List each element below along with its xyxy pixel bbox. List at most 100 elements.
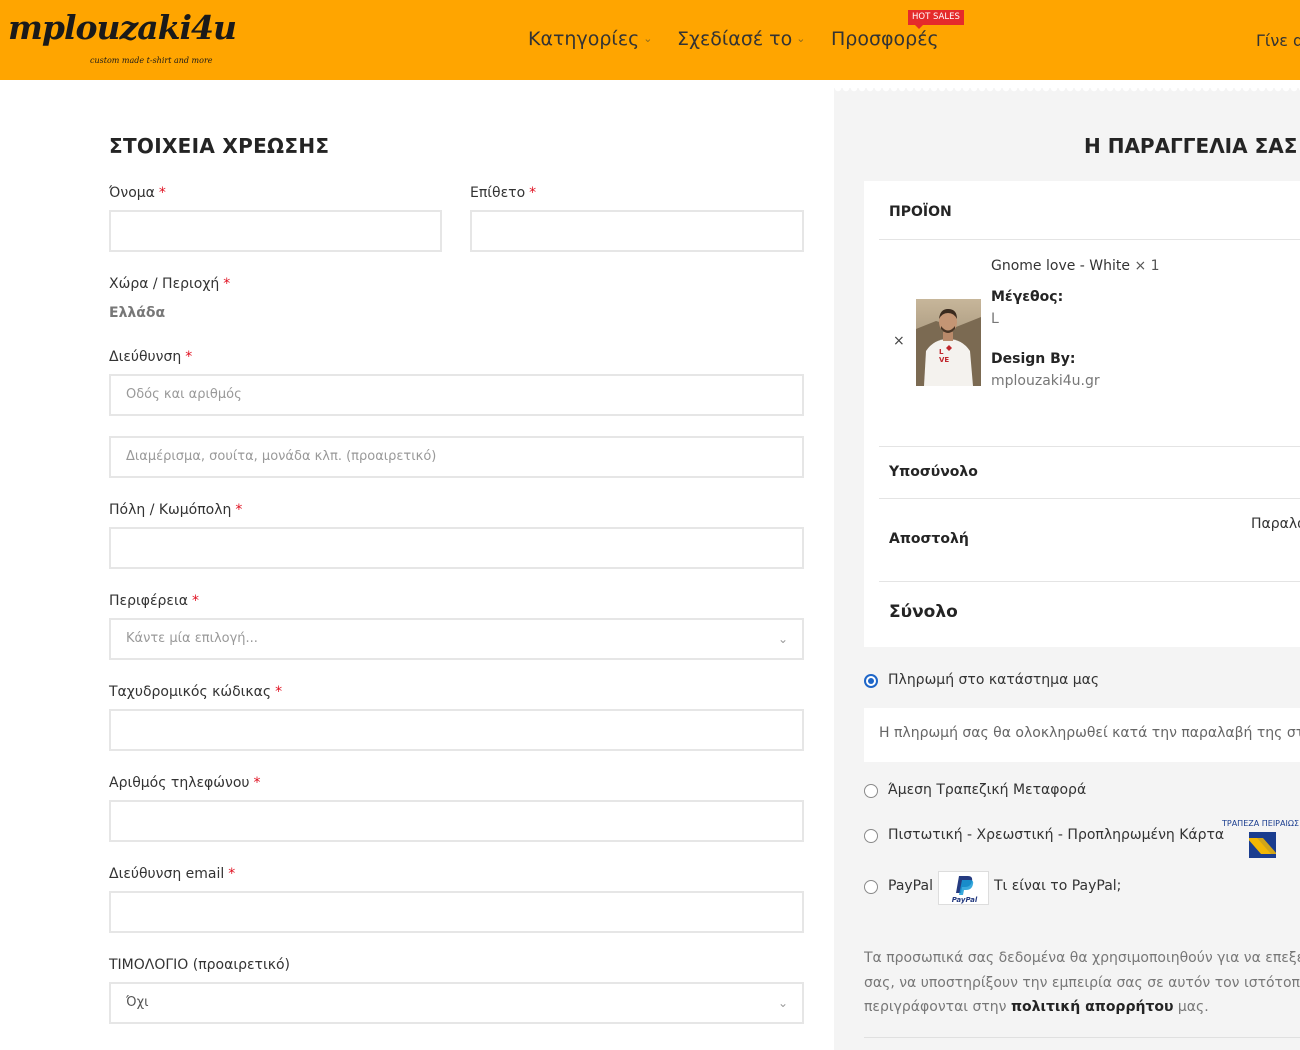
postcode-input[interactable] [109, 709, 804, 751]
required-mark: * [191, 593, 199, 609]
paypal-logo[interactable]: PayPal [938, 871, 989, 905]
paypal-icon: PayPal [952, 876, 978, 904]
address-label: Διεύθυνση * [109, 349, 192, 365]
country-label-text: Χώρα / Περιοχή [109, 276, 220, 292]
order-panel-zigzag-edge [834, 88, 1300, 98]
last-name-label: Επίθετο * [470, 185, 536, 201]
product-name-text: Gnome love - White [991, 258, 1131, 274]
payment-store-description: Η πληρωμή σας θα ολοκληρωθεί κατά την πα… [864, 708, 1300, 762]
invoice-select[interactable]: Όχι ⌄ [109, 982, 804, 1024]
paypal-logo-text: PayPal [952, 896, 978, 904]
privacy-line-3-post: μας. [1173, 999, 1209, 1015]
country-value: Ελλάδα [109, 305, 166, 321]
size-value: L [991, 311, 999, 327]
product-quantity: × 1 [1134, 258, 1160, 274]
city-label: Πόλη / Κωμόπολη * [109, 502, 242, 518]
chevron-down-icon: ⌄ [643, 32, 653, 45]
order-review-table [864, 181, 1300, 647]
privacy-policy-link[interactable]: πολιτική απορρήτου [1011, 999, 1174, 1015]
address-label-text: Διεύθυνση [109, 349, 182, 365]
shipping-label: Αποστολή [889, 531, 969, 547]
nav-design-it[interactable]: Σχεδίασέ το ⌄ [677, 28, 805, 50]
payment-bank-transfer-label[interactable]: Άμεση Τραπεζική Μεταφορά [888, 782, 1086, 798]
email-label: Διεύθυνση email * [109, 866, 235, 882]
nav-offers-label: Προσφορές [831, 28, 939, 50]
divider [879, 446, 1300, 447]
payment-card-label[interactable]: Πιστωτική - Χρεωστική - Προπληρωμένη Κάρ… [888, 827, 1224, 843]
first-name-input[interactable] [109, 210, 442, 252]
required-mark: * [228, 866, 236, 882]
product-column-header: ΠΡΟΪΟΝ [889, 204, 952, 220]
shipping-option[interactable]: Παραλα [1251, 516, 1300, 532]
invoice-select-value: Όχι [126, 995, 149, 1010]
tshirt-model-image: L VE [916, 299, 981, 386]
address-line1-input[interactable]: Οδός και αριθμός [109, 374, 804, 416]
required-mark: * [158, 185, 166, 201]
divider [879, 581, 1300, 582]
required-mark: * [529, 185, 537, 201]
product-name[interactable]: Gnome love - White × 1 [991, 258, 1160, 274]
required-mark: * [275, 684, 283, 700]
logo-tagline: custom made t-shirt and more [90, 56, 213, 65]
postcode-label-text: Ταχυδρομικός κώδικας [109, 684, 272, 700]
email-label-text: Διεύθυνση email [109, 866, 225, 882]
first-name-label-text: Όνομα [109, 185, 155, 201]
chevron-down-icon: ⌄ [777, 632, 788, 646]
site-header: mplouzaki4u custom made t-shirt and more… [0, 0, 1300, 80]
required-mark: * [223, 276, 231, 292]
site-logo[interactable]: mplouzaki4u custom made t-shirt and more [8, 6, 237, 72]
payment-radio-bank-transfer[interactable] [864, 784, 878, 798]
hot-sales-badge: HOT SALES [908, 10, 964, 29]
phone-label-text: Αριθμός τηλεφώνου [109, 775, 250, 791]
nav-design-it-label: Σχεδίασέ το [677, 28, 793, 50]
payment-store-label[interactable]: Πληρωμή στο κατάστημα μας [888, 672, 1099, 688]
privacy-line-3-pre: περιγράφονται στην [864, 999, 1011, 1015]
piraeus-bank-logo-icon [1249, 832, 1276, 858]
required-mark: * [185, 349, 193, 365]
address-line2-input[interactable]: Διαμέρισμα, σουίτα, μονάδα κλπ. (προαιρε… [109, 436, 804, 478]
nav-offers[interactable]: Προσφορές [831, 28, 939, 50]
divider [879, 239, 1300, 240]
email-input[interactable] [109, 891, 804, 933]
phone-label: Αριθμός τηλεφώνου * [109, 775, 261, 791]
chevron-down-icon: ⌄ [777, 996, 788, 1010]
payment-radio-store[interactable] [864, 674, 878, 688]
privacy-line-3: περιγράφονται στην πολιτική απορρήτου μα… [864, 995, 1300, 1020]
payment-radio-paypal[interactable] [864, 880, 878, 894]
region-label: Περιφέρεια * [109, 593, 199, 609]
nav-categories[interactable]: Κατηγορίες ⌄ [528, 28, 652, 50]
last-name-label-text: Επίθετο [470, 185, 526, 201]
subtotal-label: Υποσύνολο [889, 464, 978, 480]
bank-stripes-icon [1249, 838, 1276, 854]
privacy-line-1: Τα προσωπικά σας δεδομένα θα χρησιμοποιη… [864, 950, 1300, 966]
required-mark: * [235, 502, 243, 518]
privacy-notice: Τα προσωπικά σας δεδομένα θα χρησιμοποιη… [864, 946, 1300, 1020]
invoice-label: ΤΙΜΟΛΟΓΙΟ (προαιρετικό) [109, 957, 290, 973]
postcode-label: Ταχυδρομικός κώδικας * [109, 684, 282, 700]
what-is-paypal-link[interactable]: Τι είναι το PayPal; [994, 878, 1121, 894]
remove-item-icon[interactable]: × [893, 333, 905, 349]
design-by-label: Design By: [991, 351, 1076, 367]
country-label: Χώρα / Περιοχή * [109, 276, 230, 292]
payment-radio-card[interactable] [864, 829, 878, 843]
last-name-input[interactable] [470, 210, 804, 252]
nav-categories-label: Κατηγορίες [528, 28, 640, 50]
piraeus-bank-name: ΤΡΑΠΕΖΑ ΠΕΙΡΑΙΩΣ [1222, 819, 1300, 828]
order-title: Η ΠΑΡΑΓΓΕΛΙΑ ΣΑΣ [1084, 134, 1298, 158]
nav-become[interactable]: Γίνε d [1256, 31, 1300, 50]
design-by-value: mplouzaki4u.gr [991, 373, 1100, 389]
city-label-text: Πόλη / Κωμόπολη [109, 502, 232, 518]
region-select[interactable]: Κάντε μία επιλογή... ⌄ [109, 618, 804, 660]
required-mark: * [253, 775, 261, 791]
logo-text: mplouzaki4u [8, 8, 237, 47]
divider [864, 1037, 1300, 1038]
payment-paypal-label[interactable]: PayPal [888, 878, 933, 894]
nav-become-label: Γίνε d [1256, 31, 1300, 50]
city-input[interactable] [109, 527, 804, 569]
phone-input[interactable] [109, 800, 804, 842]
size-label: Μέγεθος: [991, 289, 1064, 305]
product-thumbnail[interactable]: L VE [916, 299, 981, 386]
billing-title: ΣΤΟΙΧΕΙΑ ΧΡΕΩΣΗΣ [109, 134, 330, 158]
first-name-label: Όνομα * [109, 185, 166, 201]
divider [879, 498, 1300, 499]
